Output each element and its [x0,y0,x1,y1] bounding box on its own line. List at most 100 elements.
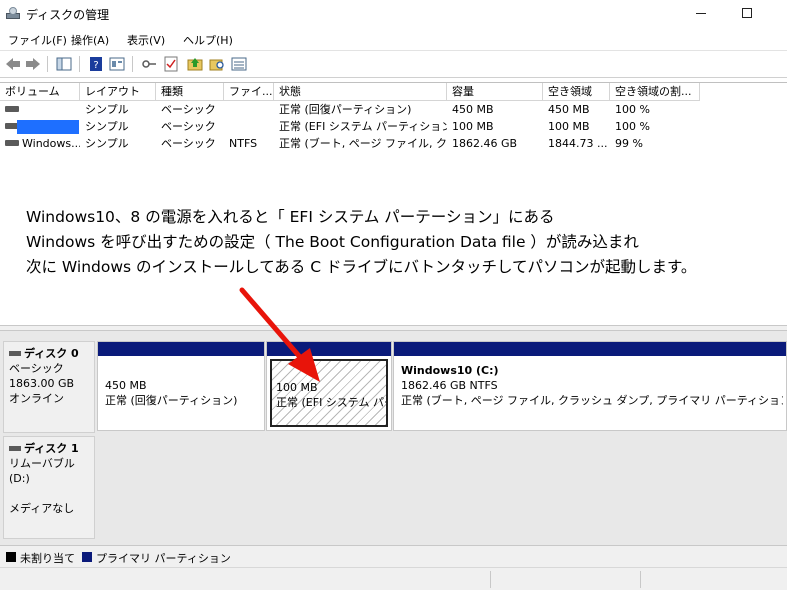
col-free-percent[interactable]: 空き領域の割... [610,83,700,101]
status-cell: 正常 (ブート, ページ ファイル, クラ... [279,137,447,150]
help-icon[interactable]: ? [87,55,105,73]
table-row[interactable]: Windows... シンプル ベーシック NTFS 正常 (ブート, ページ … [0,135,700,152]
disk-icon [9,445,21,451]
search-folder-icon[interactable] [208,55,226,73]
disk-size: 1863.00 GB [9,377,75,390]
minimize-button[interactable] [678,0,724,28]
volume-name: Windows... [22,137,80,150]
window-title: ディスクの管理 [26,8,110,22]
free-cell: 100 MB [548,120,590,133]
disk-management-icon [6,7,20,20]
menu-help[interactable]: ヘルプ(H) [183,32,233,48]
table-row[interactable]: シンプル ベーシック 正常 (回復パーティション) 450 MB 450 MB … [0,101,700,118]
disk-1-label[interactable]: ディスク 1 リムーバブル (D:) メディアなし [3,436,95,539]
disk-type: リムーバブル (D:) [9,457,75,485]
partition-recovery[interactable]: 450 MB 正常 (回復パーティション) [97,341,265,431]
partition-status: 正常 (ブート, ページ ファイル, クラッシュ ダンプ, プライマリ パーティ… [401,394,783,407]
status-divider [640,571,641,588]
layout-cell: シンプル [85,137,129,150]
partition-size: 100 MB [276,381,318,394]
primary-partition-bar [267,342,391,356]
forward-arrow-icon[interactable] [24,55,42,73]
toolbar: ? [0,50,787,78]
disk-map: ディスク 0 ベーシック 1863.00 GB オンライン 450 MB 正常 … [0,331,787,545]
properties-icon[interactable] [108,55,126,73]
free-percent-cell: 100 % [615,120,650,133]
type-cell: ベーシック [161,137,216,150]
back-arrow-icon[interactable] [4,55,22,73]
maximize-icon [742,8,752,18]
legend: 未割り当て プライマリ パーティション [0,545,787,567]
status-cell: 正常 (EFI システム パーティション) [279,120,447,133]
disk-0-label[interactable]: ディスク 0 ベーシック 1863.00 GB オンライン [3,341,95,433]
partition-status: 正常 (EFI システム パーテ [276,396,386,409]
svg-text:?: ? [93,60,98,71]
list-view-icon[interactable] [230,55,248,73]
maximize-button[interactable] [724,0,770,28]
console-tree-icon[interactable] [55,55,73,73]
partition-efi[interactable]: 100 MB 正常 (EFI システム パーテ [266,341,392,431]
toolbar-separator [79,56,80,72]
fs-cell [224,101,274,118]
free-cell: 450 MB [548,103,590,116]
minimize-icon [696,13,706,14]
layout-cell: シンプル [85,103,129,116]
status-divider [490,571,491,588]
table-row[interactable]: シンプル ベーシック 正常 (EFI システム パーティション) 100 MB … [0,118,700,135]
partition-windows-c[interactable]: Windows10 (C:) 1862.46 GB NTFS 正常 (ブート, … [393,341,787,431]
drive-icon [5,106,19,112]
disk-status: オンライン [9,392,64,405]
col-type[interactable]: 種類 [156,83,224,101]
col-layout[interactable]: レイアウト [80,83,156,101]
disk-name: ディスク 0 [24,347,79,360]
col-filesystem[interactable]: ファイ... [224,83,274,101]
key-icon[interactable] [140,55,158,73]
capacity-cell: 450 MB [452,103,494,116]
menu-action[interactable]: 操作(A) [71,32,109,48]
status-bar [0,567,787,590]
col-capacity[interactable]: 容量 [447,83,543,101]
menu-bar: ファイル(F) 操作(A) 表示(V) ヘルプ(H) [0,28,787,50]
primary-partition-bar [98,342,264,356]
folder-up-icon[interactable] [186,55,204,73]
checklist-icon[interactable] [162,55,180,73]
partition-title [276,365,382,380]
fs-cell [224,118,274,135]
annotation-line-2: Windows を呼び出すための設定（ The Boot Configurati… [26,233,639,251]
fs-cell: NTFS [229,137,258,150]
disk-icon [9,350,21,356]
free-cell: 1844.73 ... [548,137,608,150]
disk-1-area [96,436,787,539]
free-percent-cell: 99 % [615,137,643,150]
annotation-line-1: Windows10、8 の電源を入れると「 EFI システム パーテーション」に… [26,208,555,226]
menu-file[interactable]: ファイル(F) [8,32,67,48]
col-free[interactable]: 空き領域 [543,83,610,101]
partition-size: 1862.46 GB NTFS [401,379,498,392]
type-cell: ベーシック [161,120,216,133]
capacity-cell: 100 MB [452,120,494,133]
layout-cell: シンプル [85,120,129,133]
toolbar-separator [132,56,133,72]
legend-swatch-unallocated [6,552,16,562]
partition-size: 450 MB [105,379,147,392]
volume-list: ボリューム レイアウト 種類 ファイ... 状態 容量 空き領域 空き領域の割.… [0,82,787,325]
partition-title: Windows10 (C:) [401,364,499,377]
disk-type: ベーシック [9,362,64,375]
status-cell: 正常 (回復パーティション) [279,103,412,116]
partition-title [105,363,257,378]
primary-partition-bar [394,342,786,356]
legend-swatch-primary [82,552,92,562]
col-volume[interactable]: ボリューム [0,83,80,101]
col-status[interactable]: 状態 [274,83,447,101]
toolbar-separator [47,56,48,72]
legend-label: 未割り当て [20,552,75,565]
type-cell: ベーシック [161,103,216,116]
selected-volume-highlight [17,120,79,134]
menu-view[interactable]: 表示(V) [127,32,165,48]
drive-icon [5,140,19,146]
legend-label: プライマリ パーティション [96,552,231,565]
annotation-line-3: 次に Windows のインストールしてある C ドライブにバトンタッチしてパソ… [26,258,697,276]
disk-status: メディアなし [9,502,75,515]
disk-name: ディスク 1 [24,442,79,455]
title-bar: ディスクの管理 [0,0,787,28]
